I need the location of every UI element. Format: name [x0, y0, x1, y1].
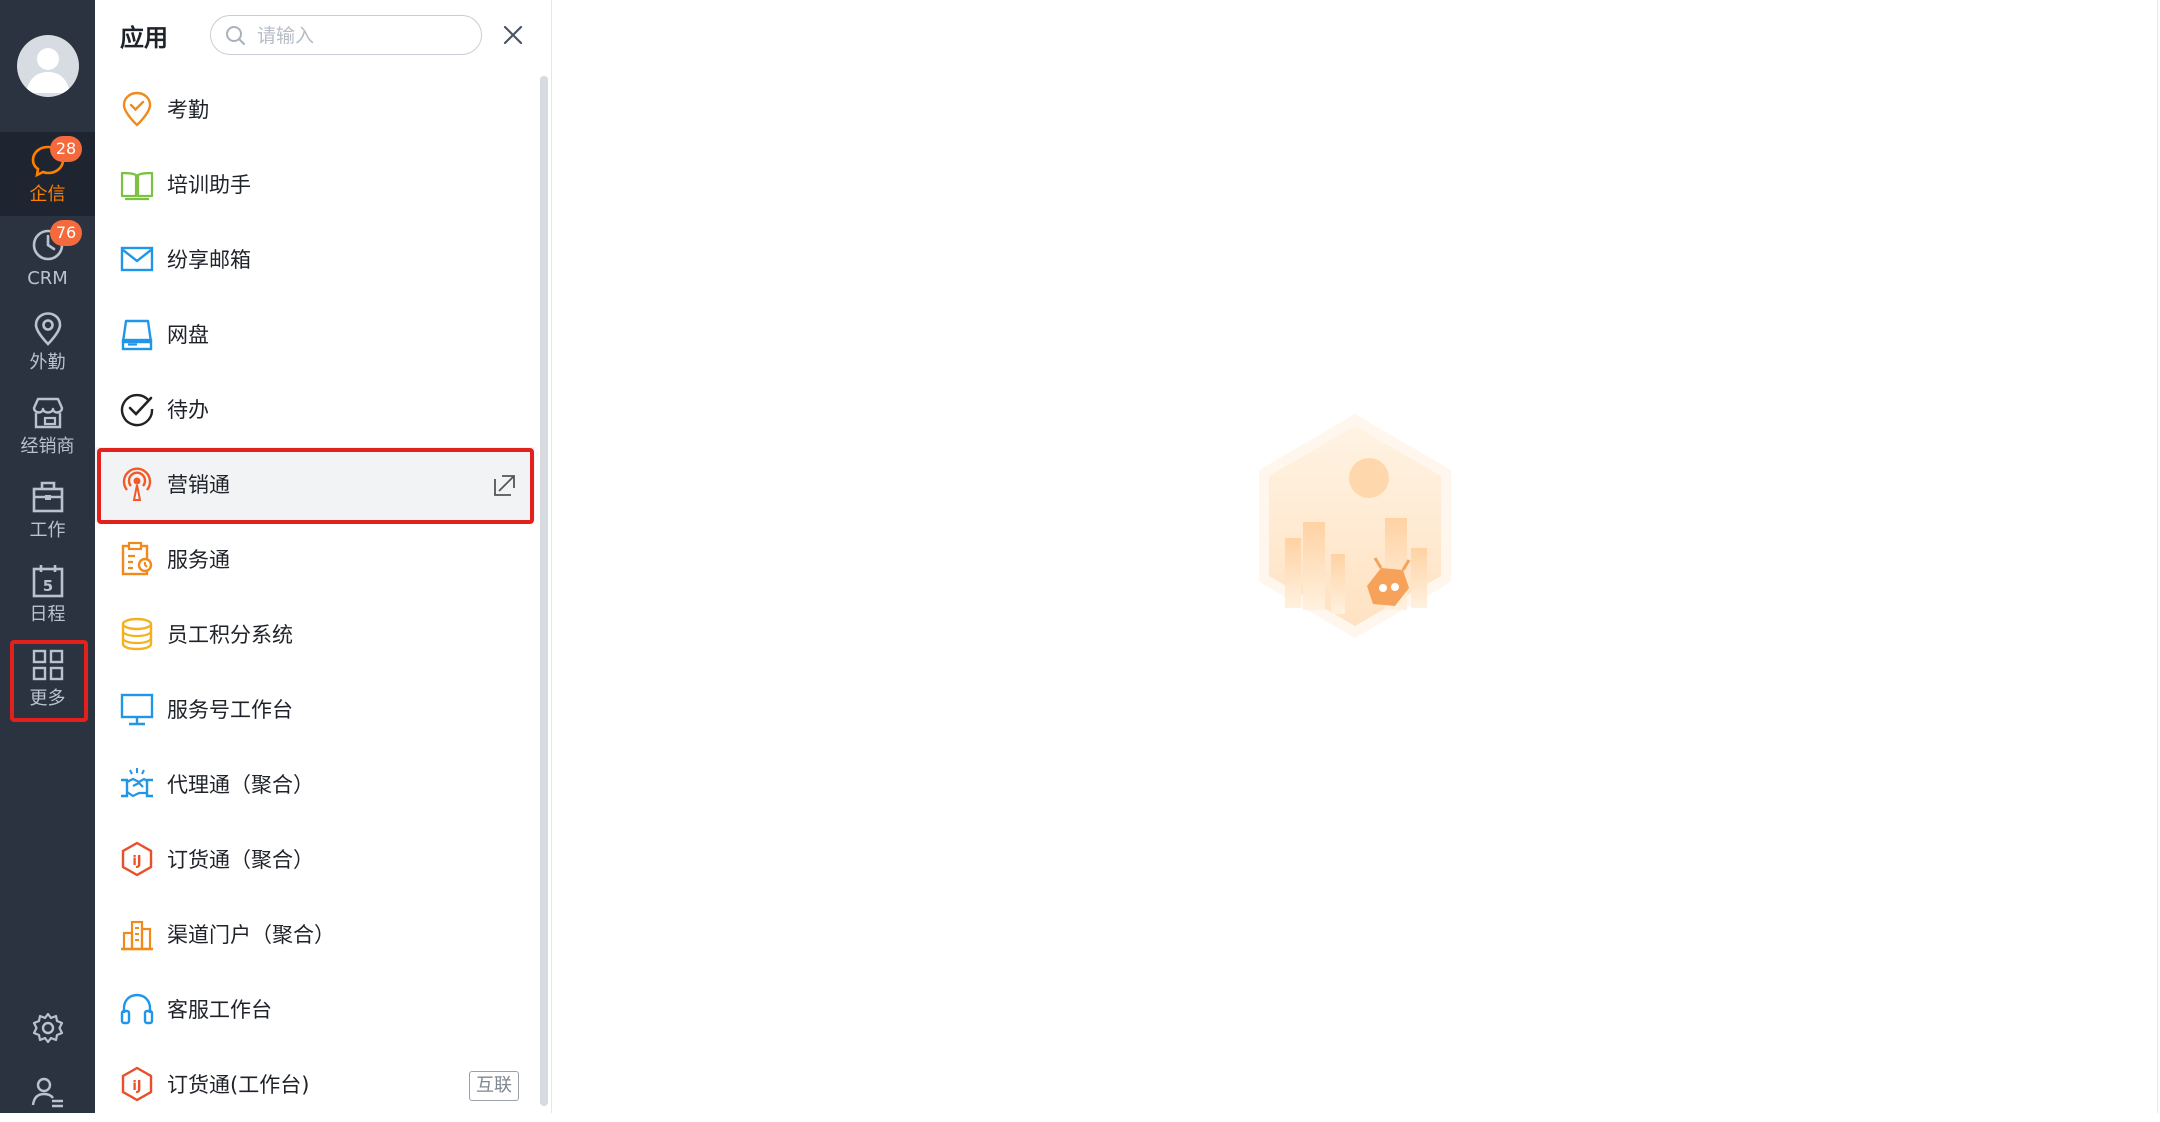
interconnect-tag: 互联: [469, 1071, 519, 1101]
empty-state-illustration: [1259, 414, 1451, 638]
monitor-icon: [120, 693, 154, 726]
avatar-person-icon: [26, 48, 70, 93]
app-item-service-workbench[interactable]: 服务号工作台: [95, 672, 535, 747]
handshake-icon: [121, 768, 153, 798]
qixin-badge: 28: [50, 136, 82, 162]
close-icon[interactable]: [500, 22, 526, 48]
highlight-box-more: [10, 640, 88, 722]
app-item-label: 服务号工作台: [167, 698, 293, 722]
app-item-customer-service[interactable]: 客服工作台: [95, 972, 535, 1047]
svg-text:iJ: iJ: [132, 1079, 141, 1094]
nav-item-label: 经销商: [20, 436, 75, 457]
app-item-attendance[interactable]: 考勤: [95, 72, 535, 147]
order-hex-icon: iJ: [121, 1066, 153, 1102]
app-item-points[interactable]: 员工积分系统: [95, 597, 535, 672]
app-item-label: 待办: [167, 398, 209, 422]
app-item-agent[interactable]: 代理通（聚合）: [95, 747, 535, 822]
check-circle-icon: [120, 393, 154, 427]
calendar-icon: 5: [32, 565, 64, 598]
panel-title: 应用: [120, 24, 168, 52]
store-icon: [32, 397, 64, 429]
app-item-label: 考勤: [167, 98, 209, 122]
coins-stack-icon: [121, 617, 153, 651]
nav-item-label: 企信: [29, 184, 66, 205]
drive-icon: [121, 319, 153, 351]
crm-badge: 76: [50, 220, 82, 246]
search-box[interactable]: [210, 15, 482, 55]
nav-item-label: 日程: [29, 604, 66, 625]
app-item-todo[interactable]: 待办: [95, 372, 535, 447]
order-hex-icon: iJ: [121, 841, 153, 877]
user-profile-icon[interactable]: [30, 1074, 66, 1110]
app-item-label: 代理通（聚合）: [167, 773, 314, 797]
app-item-label: 培训助手: [167, 173, 251, 197]
app-list: 考勤 培训助手 纷享邮箱 网盘 待办 营销通 服务通 员工积分系统 服务号工作台…: [95, 72, 535, 1122]
window-right-border: [2157, 0, 2158, 1113]
headset-icon: [120, 993, 154, 1025]
app-item-label: 订货通（聚合）: [167, 848, 314, 872]
settings-icon[interactable]: [30, 1010, 66, 1046]
avatar[interactable]: [17, 35, 79, 97]
search-icon: [226, 26, 245, 45]
app-item-label: 渠道门户（聚合）: [167, 923, 335, 947]
app-item-label: 纷享邮箱: [167, 248, 251, 272]
mail-icon: [120, 246, 154, 272]
app-item-label: 订货通(工作台): [167, 1073, 310, 1097]
highlight-box-marketing: [97, 448, 534, 524]
app-item-order[interactable]: iJ 订货通（聚合）: [95, 822, 535, 897]
app-item-label: 客服工作台: [167, 998, 272, 1022]
app-item-drive[interactable]: 网盘: [95, 297, 535, 372]
app-item-channel-portal[interactable]: 渠道门户（聚合）: [95, 897, 535, 972]
nav-item-crm[interactable]: 76 CRM: [0, 216, 95, 300]
nav-item-label: 工作: [29, 520, 66, 541]
nav-item-dealer[interactable]: 经销商: [0, 384, 95, 468]
book-icon: [120, 171, 154, 201]
svg-text:iJ: iJ: [132, 854, 141, 869]
app-item-label: 员工积分系统: [167, 623, 293, 647]
app-item-training[interactable]: 培训助手: [95, 147, 535, 222]
app-item-service[interactable]: 服务通: [95, 522, 535, 597]
nav-item-waiqin[interactable]: 外勤: [0, 300, 95, 384]
search-input[interactable]: [255, 22, 469, 50]
left-nav: 28 企信 76 CRM 外勤 经销商 工作 5 日程 更多: [0, 0, 95, 1113]
app-item-label: 网盘: [167, 323, 209, 347]
calendar-day: 5: [43, 577, 53, 595]
nav-item-work[interactable]: 工作: [0, 468, 95, 552]
buildings-icon: [121, 920, 153, 951]
app-item-mail[interactable]: 纷享邮箱: [95, 222, 535, 297]
location-pin-icon: [34, 312, 62, 346]
nav-item-label: CRM: [27, 268, 68, 289]
briefcase-icon: [32, 481, 64, 513]
attendance-pin-icon: [122, 91, 152, 127]
app-item-label: 服务通: [167, 548, 230, 572]
nav-item-qixin[interactable]: 28 企信: [0, 132, 95, 216]
app-panel: 应用 考勤 培训助手: [95, 0, 552, 1113]
scrollbar-thumb[interactable]: [540, 76, 548, 1106]
nav-item-schedule[interactable]: 5 日程: [0, 552, 95, 636]
app-item-order-workbench[interactable]: iJ 订货通(工作台) 互联: [95, 1047, 535, 1122]
service-clipboard-icon: [121, 541, 153, 576]
nav-item-label: 外勤: [29, 352, 66, 373]
